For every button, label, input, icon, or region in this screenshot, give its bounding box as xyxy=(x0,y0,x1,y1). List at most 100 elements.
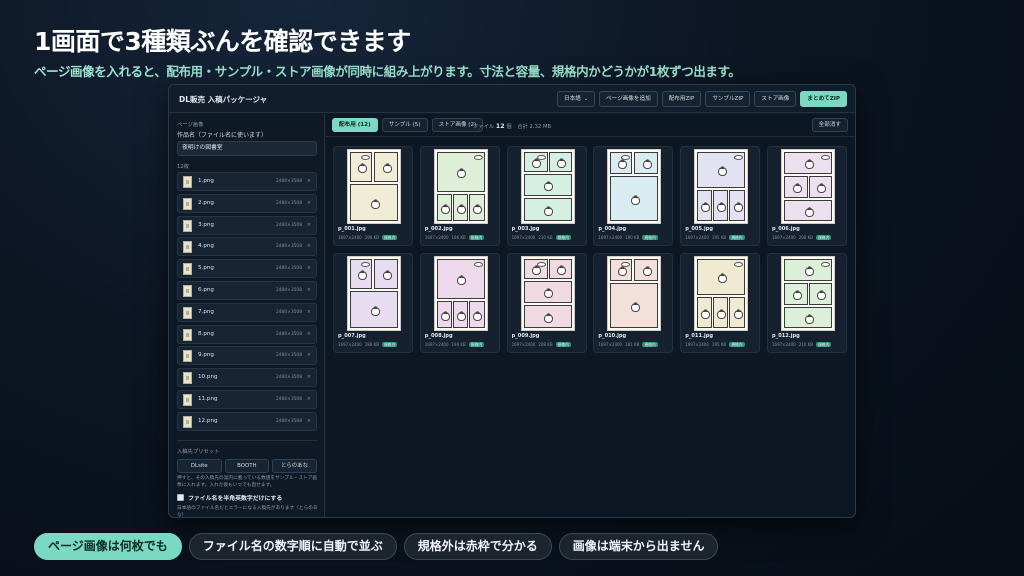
comic-panel xyxy=(610,283,659,328)
remove-file-icon[interactable]: × xyxy=(307,178,311,184)
feature-pill[interactable]: ファイル名の数字順に自動で並ぶ xyxy=(188,533,397,560)
file-item[interactable]: 5.png 2480×3508 × xyxy=(177,259,317,279)
remove-file-icon[interactable]: × xyxy=(307,309,311,315)
file-name: 7.png xyxy=(198,308,214,315)
tab-distribution[interactable]: 配布用 (12) xyxy=(332,118,378,132)
clear-all-button[interactable]: 全部消す xyxy=(811,118,848,132)
zip-sample-button[interactable]: サンプルZIP xyxy=(705,91,751,107)
preview-card[interactable]: p_011.jpg 1697×2400 195 KB 規格内 xyxy=(680,253,761,353)
file-item[interactable]: 11.png 2480×3508 × xyxy=(177,389,317,409)
remove-file-icon[interactable]: × xyxy=(307,331,311,337)
remove-file-icon[interactable]: × xyxy=(307,222,311,228)
file-dims: 2480×3508 xyxy=(275,222,302,228)
store-images-button[interactable]: ストア画像 xyxy=(754,91,797,107)
preview-card[interactable]: p_009.jpg 1697×2400 208 KB 規格内 xyxy=(506,253,587,353)
cat-figure xyxy=(617,159,627,169)
comic-panel xyxy=(729,297,746,328)
remove-file-icon[interactable]: × xyxy=(307,265,311,271)
preset-button[interactable]: BOOTH xyxy=(224,459,270,473)
file-item[interactable]: 8.png 2480×3508 × xyxy=(177,324,317,344)
preview-card[interactable]: p_004.jpg 1697×2400 190 KB 規格内 xyxy=(593,146,674,246)
file-item[interactable]: 10.png 2480×3508 × xyxy=(177,368,317,388)
card-meta: 1697×2400 181 KB 規格内 xyxy=(598,342,658,347)
preview-card[interactable]: p_006.jpg 1697×2400 208 KB 規格内 xyxy=(767,146,847,246)
preview-card[interactable]: p_005.jpg 1697×2400 195 KB 規格内 xyxy=(680,146,761,246)
tab-sample[interactable]: サンプル (5) xyxy=(381,118,428,132)
comic-panel xyxy=(713,190,729,221)
remove-file-icon[interactable]: × xyxy=(307,396,311,402)
file-item[interactable]: 2.png 2480×3508 × xyxy=(177,193,317,213)
subline: ページ画像を入れると、配布用・サンプル・ストア画像が同時に組み上がります。寸法と… xyxy=(34,64,741,79)
preset-note: 押すと、その入稿先の案内に載っている数値をサンプル・ストア画像に入れます。入れた… xyxy=(177,476,318,488)
card-dims: 1697×2400 xyxy=(511,235,536,240)
language-select[interactable]: 日本語 ⌄ xyxy=(557,91,596,107)
speech-balloon xyxy=(821,155,830,160)
card-meta: 1697×2400 210 KB 規格内 xyxy=(772,342,832,347)
file-item[interactable]: 7.png 2480×3508 × xyxy=(177,302,317,322)
page-thumbnail xyxy=(608,257,661,330)
cat-figure xyxy=(630,301,640,312)
file-item[interactable]: 3.png 2480×3508 × xyxy=(177,215,317,235)
zip-distribution-button[interactable]: 配布用ZIP xyxy=(661,91,702,107)
feature-pill[interactable]: 画像は端末から出ません xyxy=(558,533,719,560)
card-meta: 1697×2400 195 KB 規格内 xyxy=(685,342,745,347)
feature-pill[interactable]: ページ画像は何枚でも xyxy=(34,533,182,560)
zip-all-button[interactable]: まとめてZIP xyxy=(800,91,847,107)
feature-pill[interactable]: 規格外は赤枠で分かる xyxy=(403,533,552,560)
comic-panel xyxy=(350,259,372,289)
preset-button[interactable]: DLsite xyxy=(177,459,222,473)
speech-balloon xyxy=(361,155,370,160)
file-item[interactable]: 1.png 2480×3508 × xyxy=(177,172,317,191)
preset-button[interactable]: とらのあな xyxy=(272,459,317,473)
comic-panel xyxy=(374,152,398,182)
comic-panel xyxy=(452,301,468,328)
file-item[interactable]: 9.png 2480×3508 × xyxy=(177,346,317,366)
preview-card[interactable]: p_010.jpg 1697×2400 181 KB 規格内 xyxy=(593,253,674,353)
file-thumbnail xyxy=(183,372,192,385)
remove-file-icon[interactable]: × xyxy=(307,352,311,358)
stats-total: 合計 2.32 MB xyxy=(517,124,552,130)
preview-card[interactable]: p_003.jpg 1697×2400 210 KB 規格内 xyxy=(506,146,587,246)
file-item[interactable]: 12.png 2480×3508 × xyxy=(177,411,317,431)
comic-panel xyxy=(523,198,572,221)
comic-panel xyxy=(784,176,808,198)
preview-card[interactable]: p_007.jpg 1697×2400 188 KB 規格内 xyxy=(333,253,413,353)
comic-panel xyxy=(468,194,485,221)
comic-panel xyxy=(523,259,548,279)
file-item[interactable]: 6.png 2480×3508 × xyxy=(177,280,317,300)
file-item[interactable]: 4.png 2480×3508 × xyxy=(177,237,317,257)
comic-panel xyxy=(784,283,808,305)
comic-panel xyxy=(697,259,746,295)
app-window: DL販売 入稿パッケージャ 日本語 ⌄ ページ画像を追加 配布用ZIP サンプルZ… xyxy=(168,84,856,518)
comic-panel xyxy=(713,297,729,328)
remove-file-icon[interactable]: × xyxy=(307,200,311,206)
comic-panel xyxy=(523,281,572,303)
page-thumbnail xyxy=(521,150,574,223)
remove-file-icon[interactable]: × xyxy=(307,374,311,380)
remove-file-icon[interactable]: × xyxy=(307,243,311,249)
halfwidth-label: ファイル名を半角英数字だけにする xyxy=(188,496,283,502)
work-name-input[interactable]: 夜明けの図書室 xyxy=(177,141,317,156)
remove-file-icon[interactable]: × xyxy=(307,287,311,293)
halfwidth-checkbox[interactable] xyxy=(177,494,184,501)
card-meta: 1697×2400 210 KB 規格内 xyxy=(512,235,571,240)
card-meta: 1697×2400 195 KB 規格内 xyxy=(685,235,745,240)
page-thumbnail xyxy=(434,257,487,330)
halfwidth-option[interactable]: ファイル名を半角英数字だけにする xyxy=(177,493,282,502)
remove-file-icon[interactable]: × xyxy=(307,418,311,424)
file-thumbnail xyxy=(183,393,192,406)
file-dims: 2480×3508 xyxy=(275,287,302,293)
page-thumbnail xyxy=(782,150,834,223)
comic-panel xyxy=(784,200,832,221)
cat-figure xyxy=(717,201,727,212)
comic-panel xyxy=(784,152,832,174)
preview-card[interactable]: p_008.jpg 1697×2400 194 KB 規格内 xyxy=(419,253,500,353)
add-pages-button[interactable]: ページ画像を追加 xyxy=(599,91,658,107)
preview-card[interactable]: p_002.jpg 1697×2400 196 KB 規格内 xyxy=(419,146,500,246)
preview-card[interactable]: p_012.jpg 1697×2400 210 KB 規格内 xyxy=(767,253,847,353)
comic-panel xyxy=(468,301,485,328)
card-size: 196 KB xyxy=(451,235,466,240)
cat-figure xyxy=(630,194,640,205)
preview-card[interactable]: p_001.jpg 1697×2400 190 KB 規格内 xyxy=(333,146,413,246)
comic-panel xyxy=(784,307,832,328)
